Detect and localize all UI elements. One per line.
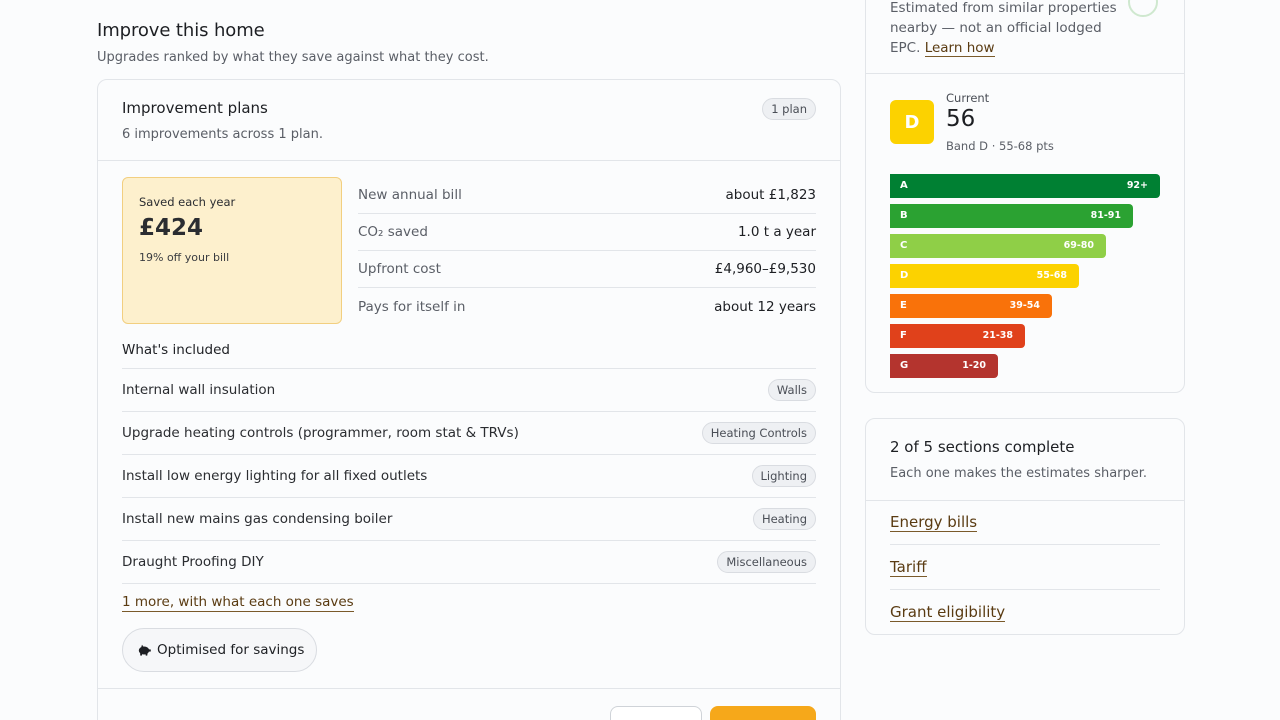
band-letter: B	[900, 210, 908, 221]
item-tag: Heating Controls	[701, 422, 816, 444]
energy-bills-link[interactable]: Energy bills	[890, 513, 978, 532]
divider	[98, 688, 840, 689]
secondary-button[interactable]	[610, 706, 702, 720]
improvement-plans-card: Improvement plans 6 improvements across …	[97, 79, 841, 720]
savings-note: 19% off your bill	[139, 251, 230, 264]
stat-value: about £1,823	[725, 187, 816, 203]
plan-count-badge: 1 plan	[762, 98, 816, 120]
list-item: Internal wall insulation Walls	[122, 369, 816, 412]
stat-label: CO₂ saved	[358, 224, 428, 240]
savings-label: Saved each year	[139, 195, 236, 209]
epc-band-bar-d: D 55-68	[890, 264, 1079, 288]
sections-title: 2 of 5 sections complete	[890, 438, 1075, 456]
rating-score: 56	[946, 106, 976, 132]
band-range: 1-20	[962, 360, 986, 371]
stat-row: Upfront cost £4,960–£9,530	[358, 251, 816, 288]
stat-value: £4,960–£9,530	[714, 261, 816, 277]
list-item: Install new mains gas condensing boiler …	[122, 498, 816, 541]
band-range: 92+	[1126, 180, 1148, 191]
section-link-row: Tariff	[890, 545, 1160, 590]
item-tag: Heating	[752, 508, 816, 530]
item-name: Internal wall insulation	[122, 382, 276, 398]
item-tag: Lighting	[751, 465, 816, 487]
estimate-note-line: Estimated from similar properties	[890, 0, 1117, 16]
band-letter: A	[900, 180, 908, 191]
learn-how-link[interactable]: Learn how	[924, 40, 995, 57]
band-range: 39-54	[1009, 300, 1040, 311]
stat-value: 1.0 t a year	[737, 224, 816, 240]
band-letter: F	[900, 330, 907, 341]
stat-row: CO₂ saved 1.0 t a year	[358, 214, 816, 251]
band-letter: E	[900, 300, 907, 311]
grant-eligibility-link[interactable]: Grant eligibility	[890, 603, 1006, 622]
included-heading: What's included	[122, 342, 230, 358]
page-subtitle: Upgrades ranked by what they save agains…	[97, 50, 489, 65]
item-tag: Miscellaneous	[717, 551, 816, 573]
plan-stats: New annual bill about £1,823 CO₂ saved 1…	[358, 177, 816, 325]
band-range: 21-38	[982, 330, 1013, 341]
item-tag: Walls	[767, 379, 816, 401]
item-name: Install new mains gas condensing boiler	[122, 511, 393, 527]
stat-row: New annual bill about £1,823	[358, 177, 816, 214]
list-item: Upgrade heating controls (programmer, ro…	[122, 412, 816, 455]
epc-band-bar-c: C 69-80	[890, 234, 1106, 258]
epc-band-bar-e: E 39-54	[890, 294, 1052, 318]
section-links: Energy bills Tariff Grant eligibility	[890, 500, 1160, 635]
section-link-row: Grant eligibility	[890, 590, 1160, 635]
stat-row: Pays for itself in about 12 years	[358, 288, 816, 325]
estimate-note-line: nearby — not an official lodged	[890, 20, 1102, 36]
stat-label: New annual bill	[358, 187, 462, 203]
epc-band-bar-a: A 92+	[890, 174, 1160, 198]
tariff-link[interactable]: Tariff	[890, 558, 927, 577]
current-label: Current	[946, 91, 990, 105]
item-name: Draught Proofing DIY	[122, 554, 264, 570]
band-range: 69-80	[1063, 240, 1094, 251]
optimised-for-savings-button[interactable]: Optimised for savings	[122, 628, 318, 672]
stat-value: about 12 years	[714, 298, 816, 315]
epc-band-bar-f: F 21-38	[890, 324, 1025, 348]
list-item: Draught Proofing DIY Miscellaneous	[122, 541, 816, 584]
epc-band-bar-b: B 81-91	[890, 204, 1133, 228]
epc-band-bar-g: G 1-20	[890, 354, 998, 378]
band-letter: D	[900, 270, 909, 281]
page-title: Improve this home	[97, 20, 265, 41]
epc-rating-card: Estimated from similar properties nearby…	[865, 0, 1185, 393]
epc-band-scale: A 92+ B 81-91 C 69-80 D 55-68 E 39-54 F 21-38 G 1-20	[890, 174, 1160, 384]
savings-value: £424	[139, 215, 204, 241]
piggy-bank-icon	[138, 644, 151, 656]
plans-subtitle: 6 improvements across 1 plan.	[122, 127, 323, 142]
divider	[866, 73, 1184, 74]
annual-savings-box: Saved each year £424 19% off your bill	[122, 177, 342, 324]
sections-subtitle: Each one makes the estimates sharper.	[890, 466, 1148, 481]
item-name: Install low energy lighting for all fixe…	[122, 468, 428, 484]
estimate-note: Estimated from similar properties nearby…	[890, 0, 1130, 58]
band-letter: G	[900, 360, 909, 371]
band-range: 55-68	[1036, 270, 1067, 281]
more-improvements-link[interactable]: 1 more, with what each one saves	[122, 594, 354, 612]
primary-button[interactable]	[710, 706, 816, 720]
improvement-list: Internal wall insulation Walls Upgrade h…	[122, 368, 816, 584]
stat-label: Pays for itself in	[358, 298, 466, 315]
section-link-row: Energy bills	[890, 500, 1160, 545]
optimised-label: Optimised for savings	[157, 642, 305, 658]
status-circle-icon	[1128, 0, 1158, 17]
list-item: Install low energy lighting for all fixe…	[122, 455, 816, 498]
band-letter: C	[900, 240, 908, 251]
stat-label: Upfront cost	[358, 261, 441, 277]
sections-progress-card: 2 of 5 sections complete Each one makes …	[865, 418, 1185, 635]
rating-badge: D	[890, 100, 934, 144]
rating-band-text: Band D · 55-68 pts	[946, 139, 1054, 153]
estimate-note-line: EPC. Learn how	[890, 40, 995, 57]
divider	[98, 160, 840, 161]
band-range: 81-91	[1090, 210, 1121, 221]
item-name: Upgrade heating controls (programmer, ro…	[122, 425, 519, 441]
plans-title: Improvement plans	[122, 99, 268, 117]
